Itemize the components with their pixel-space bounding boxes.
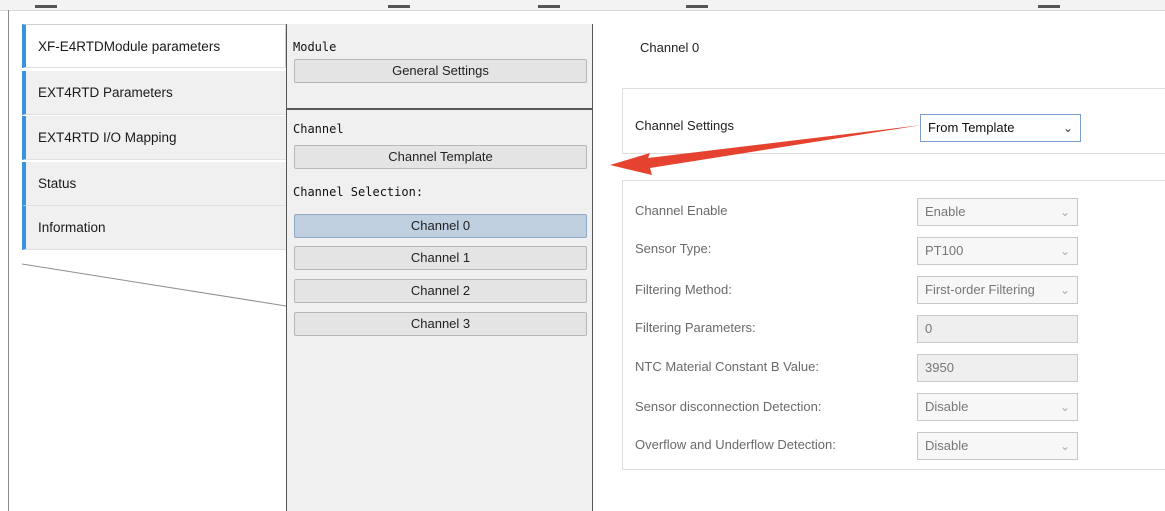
nav-item-label: EXT4RTD I/O Mapping <box>38 130 177 145</box>
nav-item-module-parameters[interactable]: XF-E4RTDModule parameters <box>22 24 286 68</box>
left-navigation: XF-E4RTDModule parameters EXT4RTD Parame… <box>22 24 288 511</box>
channel-0-button[interactable]: Channel 0 <box>294 214 587 238</box>
chevron-down-icon: ⌄ <box>1059 283 1070 297</box>
sensor-type-dropdown[interactable]: PT100 ⌄ <box>917 237 1078 265</box>
nav-item-label: Information <box>38 220 106 235</box>
overflow-detection-value: Disable <box>925 438 969 453</box>
overflow-detection-dropdown[interactable]: Disable ⌄ <box>917 432 1078 460</box>
toolbar-mark <box>35 5 57 8</box>
sensor-type-value: PT100 <box>925 243 964 258</box>
nav-item-label: Status <box>38 176 77 191</box>
red-arrow-icon <box>610 125 922 175</box>
toolbar-mark <box>1038 5 1060 8</box>
channel-header: Channel <box>293 122 344 136</box>
window-border <box>8 10 9 511</box>
channel-enable-label: Channel Enable <box>635 203 728 218</box>
nav-item-io-mapping[interactable]: EXT4RTD I/O Mapping <box>22 116 286 160</box>
filtering-method-value: First-order Filtering <box>925 282 1035 297</box>
chevron-down-icon: ⌄ <box>1059 205 1070 219</box>
toolbar-mark <box>538 5 560 8</box>
disconnection-detection-dropdown[interactable]: Disable ⌄ <box>917 393 1078 421</box>
filtering-method-dropdown[interactable]: First-order Filtering ⌄ <box>917 276 1078 304</box>
module-header: Module <box>293 40 337 54</box>
filtering-parameters-label: Filtering Parameters: <box>635 320 756 335</box>
ntc-constant-input[interactable]: 3950 <box>917 354 1078 382</box>
filtering-parameters-input[interactable]: 0 <box>917 315 1078 343</box>
channel-1-button[interactable]: Channel 1 <box>294 246 587 270</box>
panel-divider <box>287 108 592 110</box>
chevron-down-icon: ⌄ <box>1059 439 1070 453</box>
disconnection-detection-value: Disable <box>925 399 969 414</box>
channel-parameters-section: Channel Enable Enable ⌄ Sensor Type: PT1… <box>622 180 1165 470</box>
toolbar-mark <box>686 5 708 8</box>
nav-item-ext4rtd-parameters[interactable]: EXT4RTD Parameters <box>22 71 286 115</box>
module-channel-panel: Module General Settings Channel Channel … <box>286 24 593 511</box>
ntc-constant-value: 3950 <box>925 360 954 375</box>
channel-3-button[interactable]: Channel 3 <box>294 312 587 336</box>
nav-item-label: EXT4RTD Parameters <box>38 85 173 100</box>
channel-selection-label: Channel Selection: <box>293 185 424 199</box>
filtering-parameters-value: 0 <box>925 321 933 336</box>
channel-settings-value: From Template <box>928 120 1015 135</box>
general-settings-button[interactable]: General Settings <box>294 59 587 83</box>
channel-settings-dropdown[interactable]: From Template ⌄ <box>920 114 1081 142</box>
filtering-method-label: Filtering Method: <box>635 282 732 297</box>
disconnection-detection-label: Sensor disconnection Detection: <box>635 399 822 414</box>
chevron-down-icon: ⌄ <box>1059 244 1070 258</box>
nav-item-status[interactable]: Status <box>22 162 286 206</box>
channel-template-button[interactable]: Channel Template <box>294 145 587 169</box>
ntc-constant-label: NTC Material Constant B Value: <box>635 359 819 374</box>
channel-title: Channel 0 <box>640 40 700 55</box>
channel-enable-dropdown[interactable]: Enable ⌄ <box>917 198 1078 226</box>
channel-2-button[interactable]: Channel 2 <box>294 279 587 303</box>
nav-item-information[interactable]: Information <box>22 206 286 250</box>
toolbar-mark <box>388 5 410 8</box>
top-toolbar-strip <box>0 0 1165 11</box>
sensor-type-label: Sensor Type: <box>635 241 712 256</box>
nav-item-label: XF-E4RTDModule parameters <box>38 39 221 54</box>
chevron-down-icon: ⌄ <box>1062 121 1073 135</box>
channel-enable-value: Enable <box>925 204 966 219</box>
overflow-detection-label: Overflow and Underflow Detection: <box>635 437 836 452</box>
chevron-down-icon: ⌄ <box>1059 400 1070 414</box>
